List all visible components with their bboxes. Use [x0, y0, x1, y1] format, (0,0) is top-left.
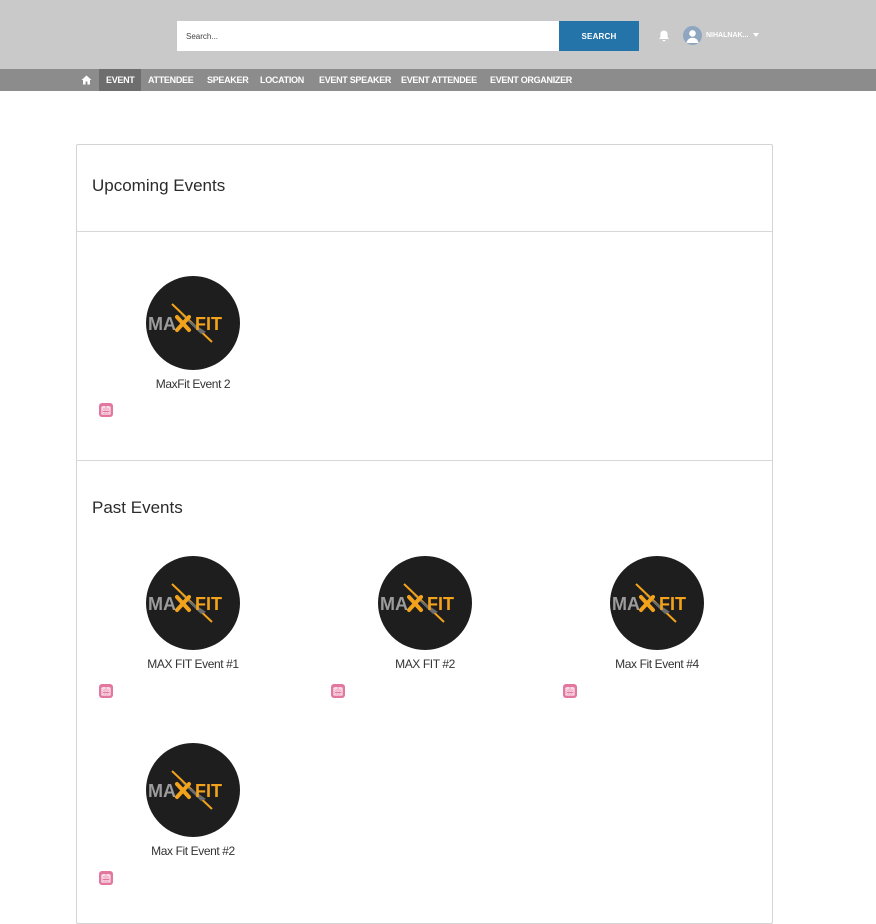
- search-input[interactable]: [177, 21, 559, 51]
- chevron-down-icon[interactable]: [753, 33, 759, 37]
- calendar-glyph: [101, 687, 111, 696]
- event-name[interactable]: MAX FIT Event #1: [123, 657, 263, 671]
- event-logo[interactable]: MA FIT: [610, 556, 704, 650]
- svg-text:FIT: FIT: [195, 314, 222, 334]
- top-header: SEARCH NIHALNAK...: [0, 0, 876, 69]
- search-button[interactable]: SEARCH: [559, 21, 639, 51]
- svg-text:FIT: FIT: [195, 781, 222, 801]
- nav-item-location[interactable]: LOCATION: [253, 69, 312, 91]
- upcoming-events-title: Upcoming Events: [92, 176, 226, 195]
- calendar-icon[interactable]: [331, 684, 345, 698]
- divider: [77, 460, 772, 461]
- nav-item-event-speaker[interactable]: EVENT SPEAKER: [312, 69, 394, 91]
- calendar-icon[interactable]: [99, 871, 113, 885]
- event-name[interactable]: Max Fit Event #4: [587, 657, 727, 671]
- bell-icon[interactable]: [657, 29, 671, 43]
- event-logo[interactable]: MA FIT: [146, 276, 240, 370]
- svg-text:MA: MA: [148, 781, 176, 801]
- calendar-icon[interactable]: [563, 684, 577, 698]
- divider: [77, 231, 772, 232]
- maxfit-logo: MA FIT: [148, 583, 222, 623]
- user-icon: [686, 30, 699, 43]
- calendar-icon[interactable]: [99, 403, 113, 417]
- event-name[interactable]: MAX FIT #2: [355, 657, 495, 671]
- home-icon: [81, 75, 91, 85]
- svg-text:FIT: FIT: [427, 594, 454, 614]
- nav-item-event[interactable]: EVENT: [99, 69, 141, 91]
- calendar-glyph: [333, 687, 343, 696]
- svg-text:FIT: FIT: [195, 594, 222, 614]
- maxfit-logo: MA FIT: [148, 770, 222, 810]
- svg-text:MA: MA: [148, 314, 176, 334]
- calendar-glyph: [565, 687, 575, 696]
- svg-text:MA: MA: [148, 594, 176, 614]
- svg-text:MA: MA: [612, 594, 640, 614]
- main-navigation: EVENT ATTENDEE SPEAKER LOCATION EVENT SP…: [0, 69, 876, 91]
- calendar-glyph: [101, 874, 111, 883]
- event-logo[interactable]: MA FIT: [378, 556, 472, 650]
- event-logo[interactable]: MA FIT: [146, 743, 240, 837]
- svg-text:MA: MA: [380, 594, 408, 614]
- avatar[interactable]: [683, 26, 702, 45]
- maxfit-logo: MA FIT: [612, 583, 686, 623]
- maxfit-logo: MA FIT: [380, 583, 454, 623]
- svg-text:FIT: FIT: [659, 594, 686, 614]
- past-events-title: Past Events: [92, 498, 183, 517]
- calendar-icon[interactable]: [99, 684, 113, 698]
- username-label[interactable]: NIHALNAK...: [706, 32, 748, 39]
- calendar-glyph: [101, 406, 111, 415]
- nav-item-event-attendee[interactable]: EVENT ATTENDEE: [394, 69, 483, 91]
- nav-home[interactable]: [74, 69, 98, 91]
- maxfit-logo: MA FIT: [148, 303, 222, 343]
- event-name[interactable]: MaxFit Event 2: [123, 377, 263, 391]
- nav-item-attendee[interactable]: ATTENDEE: [141, 69, 200, 91]
- nav-item-event-organizer[interactable]: EVENT ORGANIZER: [483, 69, 579, 91]
- events-card: Upcoming Events MA FIT MaxFit Event 2 Pa…: [76, 144, 773, 924]
- event-logo[interactable]: MA FIT: [146, 556, 240, 650]
- event-name[interactable]: Max Fit Event #2: [123, 844, 263, 858]
- nav-item-speaker[interactable]: SPEAKER: [200, 69, 253, 91]
